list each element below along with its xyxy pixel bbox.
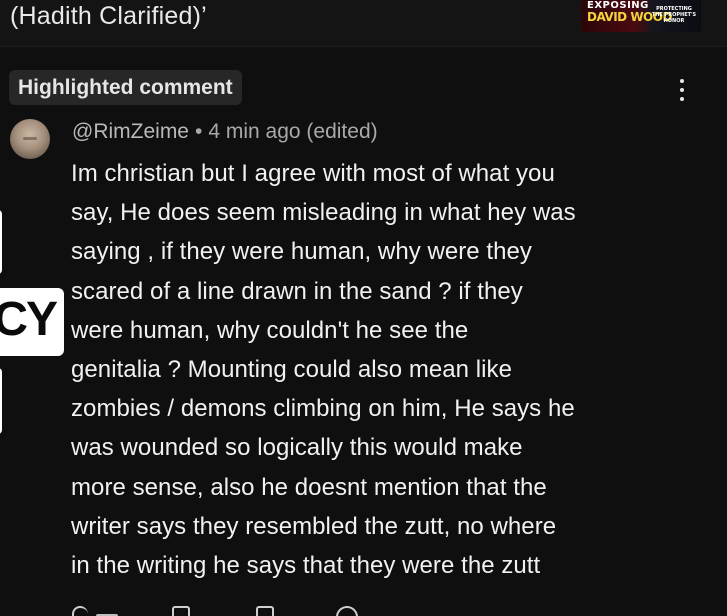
comment-time: 4 min ago (edited) [208, 120, 378, 143]
heart-icon[interactable] [336, 606, 358, 616]
highlighted-comment-chip: Highlighted comment [9, 70, 242, 105]
thumbs-down-icon[interactable] [172, 606, 190, 616]
thumbnail-text-3: PROTECTING THE PROPHET'S HONOR [651, 6, 697, 24]
background-video-edge [0, 210, 2, 274]
background-video-label-text: ICY [0, 293, 58, 346]
comments-panel: (Hadith Clarified)’ EXPOSING DAVID WOOD … [0, 0, 727, 616]
comment-text: Im christian but I agree with most of wh… [71, 160, 576, 580]
avatar[interactable] [10, 119, 50, 159]
more-dot [680, 79, 684, 83]
video-title[interactable]: (Hadith Clarified)’ [10, 2, 207, 31]
comment-action-bar [0, 606, 727, 616]
meta-separator: • [195, 120, 203, 143]
thumbs-up-icon[interactable] [72, 606, 88, 616]
background-video-edge [0, 368, 2, 434]
reply-icon[interactable] [256, 606, 274, 616]
comment-meta: @RimZeime • 4 min ago (edited) [72, 120, 378, 144]
video-title-strip[interactable]: (Hadith Clarified)’ EXPOSING DAVID WOOD … [0, 0, 727, 47]
video-thumbnail[interactable]: EXPOSING DAVID WOOD PROTECTING THE PROPH… [581, 0, 701, 32]
more-vert-icon[interactable] [670, 76, 694, 104]
background-video-label: ICY [0, 288, 64, 356]
more-dot [680, 97, 684, 101]
more-dot [680, 88, 684, 92]
comment-author[interactable]: @RimZeime [72, 120, 189, 143]
